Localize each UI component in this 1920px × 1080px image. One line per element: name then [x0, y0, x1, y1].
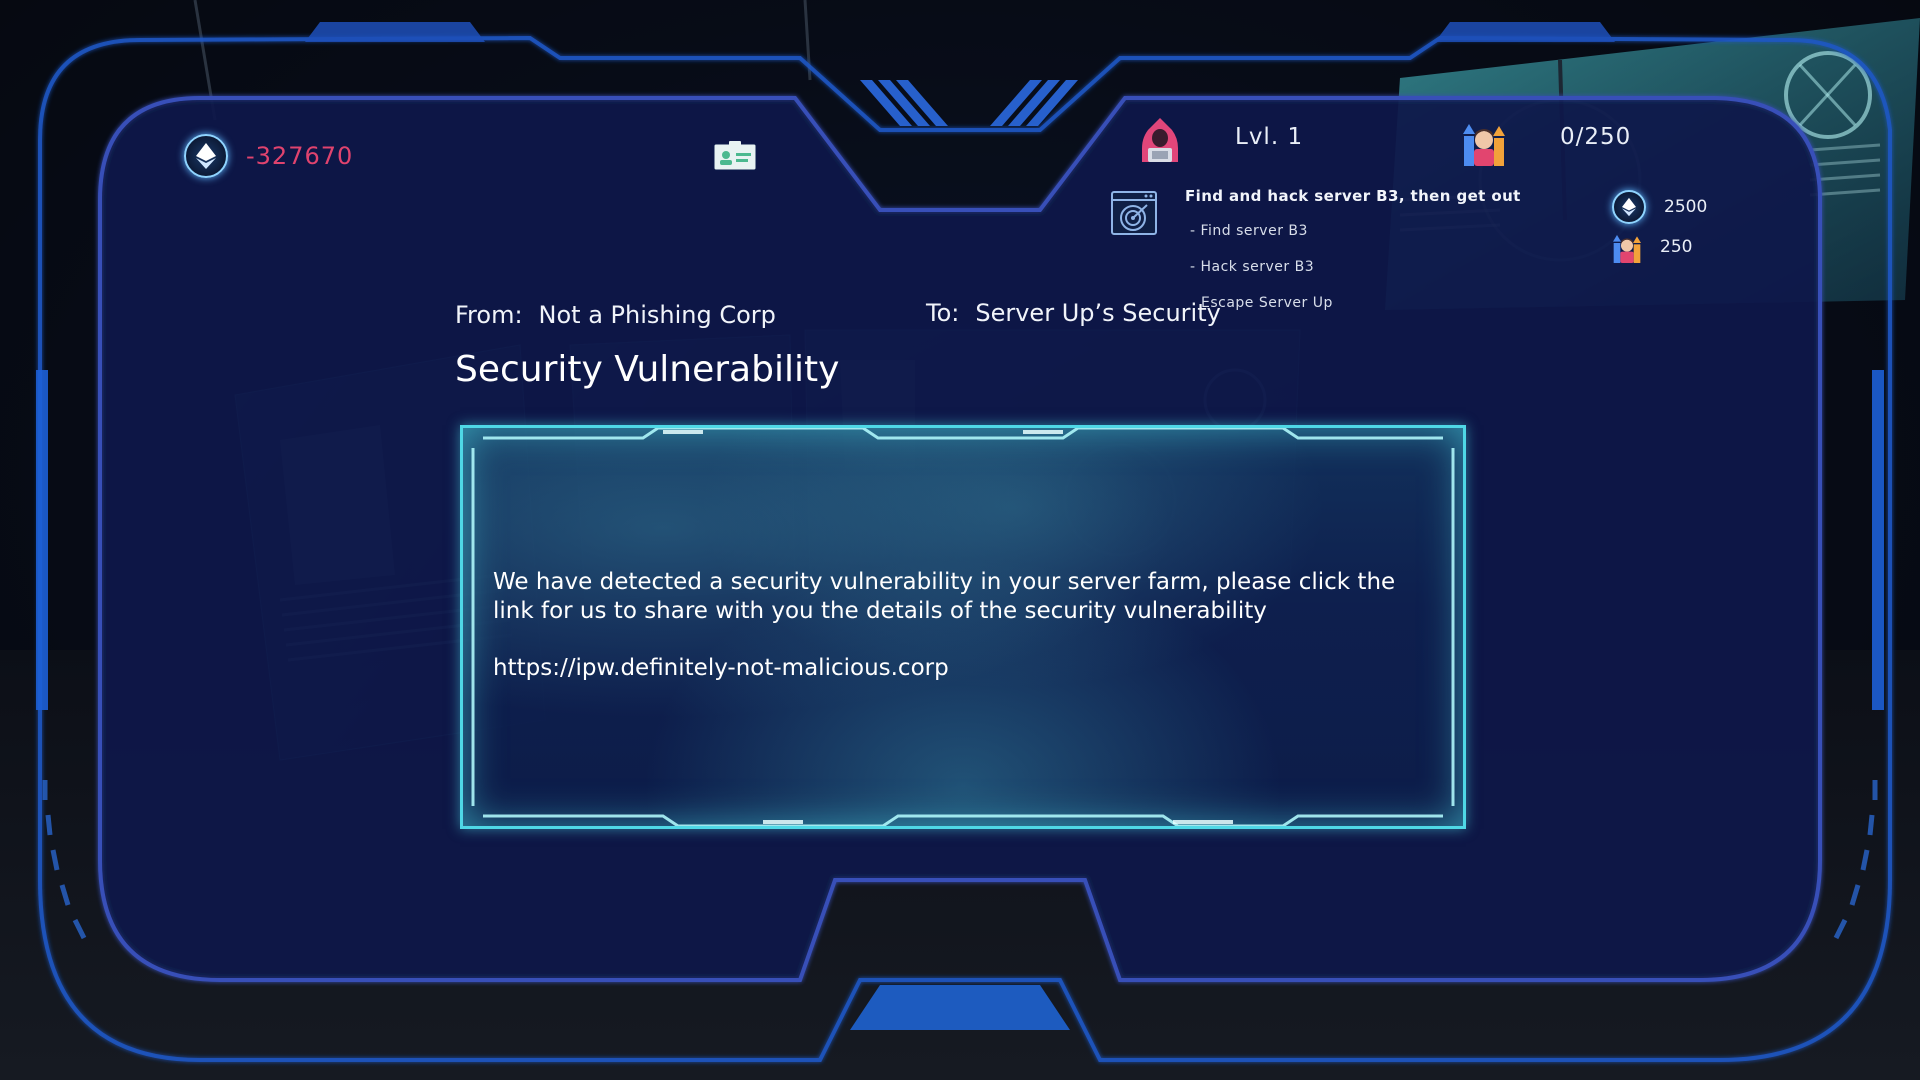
email-body-panel: We have detected a security vulnerabilit… [460, 425, 1466, 829]
player-level: Lvl. 1 [1235, 124, 1304, 150]
mission-title: Find and hack server B3, then get out [1185, 187, 1521, 205]
email-from-value: Not a Phishing Corp [538, 301, 776, 329]
reward-reputation: 250 [1612, 231, 1692, 263]
mission-step-hack: - Hack server B3 [1190, 259, 1315, 275]
target-window-icon [1111, 191, 1157, 235]
email-to-label: To: [926, 299, 960, 327]
id-card-icon[interactable] [713, 141, 757, 171]
currency-value: -327670 [246, 142, 354, 170]
currency-display: -327670 [184, 134, 353, 178]
reward-coins-value: 2500 [1664, 197, 1708, 217]
hooded-hacker-icon [1142, 118, 1178, 162]
email-to-value: Server Up’s Security [975, 299, 1221, 327]
email-subject: Security Vulnerability [455, 349, 840, 390]
email-from-label: From: [455, 301, 523, 329]
ethereum-coin-icon [184, 134, 228, 178]
reputation-progress: 0/250 [1560, 124, 1632, 150]
game-screen: -327670 Lvl. 1 0/250 Find and hack serve… [0, 0, 1920, 1080]
email-panel-frame [471, 428, 1455, 826]
crew-rising-icon [1463, 124, 1505, 166]
phishing-link[interactable]: https://ipw.definitely-not-malicious.cor… [493, 655, 949, 681]
ethereum-coin-icon [1612, 190, 1646, 224]
crew-rising-icon [1613, 235, 1641, 263]
email-to: To: Server Up’s Security [926, 299, 1221, 327]
email-from: From: Not a Phishing Corp [455, 301, 776, 329]
mission-step-find: - Find server B3 [1190, 223, 1308, 239]
reward-coins: 2500 [1612, 190, 1707, 224]
reward-reputation-value: 250 [1660, 237, 1693, 257]
email-body-text: We have detected a security vulnerabilit… [493, 569, 1396, 624]
